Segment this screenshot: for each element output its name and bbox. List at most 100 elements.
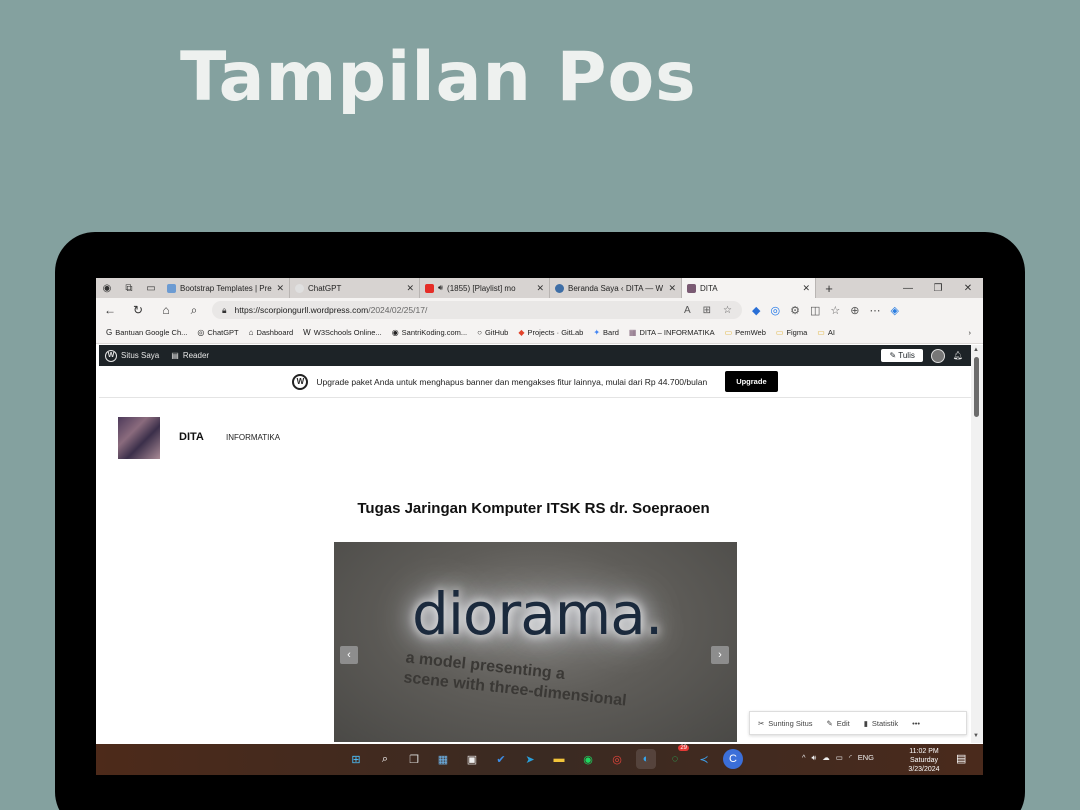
bookmark-item[interactable]: ⌂ Dashboard	[249, 328, 294, 337]
bookmark-item[interactable]: ◆ Projects · GitLab	[518, 328, 583, 337]
speaker-icon[interactable]: 🔊︎	[438, 283, 443, 293]
bookmark-folder[interactable]: ▭ AI	[817, 328, 835, 337]
clock[interactable]: 11:02 PM Saturday 3/23/2024	[902, 747, 946, 774]
slider-prev-icon[interactable]: ‹	[340, 646, 358, 664]
bookmark-item[interactable]: ✦ Bard	[593, 328, 619, 337]
page-scrollbar[interactable]: ▲ ▼	[971, 345, 983, 743]
whatsapp-icon[interactable]: ◌ 29	[665, 745, 689, 769]
onedrive-icon[interactable]: ☁	[822, 753, 830, 763]
upgrade-button[interactable]: Upgrade	[725, 371, 778, 392]
scroll-thumb[interactable]	[974, 357, 979, 417]
collections-icon[interactable]: ⊕	[850, 304, 859, 317]
close-tab-icon[interactable]: ✕	[536, 283, 544, 294]
edge-icon[interactable]: ◐	[636, 749, 656, 769]
avatar[interactable]	[930, 348, 945, 363]
slider-next-icon[interactable]: ›	[711, 646, 729, 664]
site-logo[interactable]	[118, 417, 160, 459]
language-indicator[interactable]: ENG	[858, 753, 874, 763]
home-icon[interactable]: ⌂	[152, 303, 180, 317]
new-tab-icon[interactable]: +	[816, 278, 842, 298]
tab-dita[interactable]: DITA ✕	[682, 278, 816, 298]
edit-button[interactable]: ✎ Edit	[827, 719, 850, 728]
spotify-icon[interactable]: ◉	[578, 749, 598, 769]
bookmark-item[interactable]: G Bantuan Google Ch...	[106, 328, 187, 337]
minimize-icon[interactable]: —	[893, 283, 923, 294]
tab-wp-dashboard[interactable]: Beranda Saya ‹ DITA — W ✕	[550, 278, 682, 298]
bookmark-item[interactable]: ▦ DITA – INFORMATIKA	[629, 328, 715, 337]
scroll-down-icon[interactable]: ▼	[973, 733, 979, 739]
slide-title: Tampilan Pos	[180, 38, 697, 117]
profile-icon[interactable]: ◉	[96, 278, 118, 298]
file-explorer-icon[interactable]: ▬	[549, 749, 569, 769]
tab-label: (1855) [Playlist] mo	[447, 283, 516, 293]
bookmark-folder[interactable]: ▭ Figma	[776, 328, 807, 337]
telegram-icon[interactable]: ➤	[520, 749, 540, 769]
widgets-icon[interactable]: ▦	[433, 749, 453, 769]
bookmark-item[interactable]: ○ GitHub	[477, 328, 508, 337]
wifi-icon[interactable]: ◜	[849, 753, 852, 763]
refresh-icon[interactable]: ↻	[124, 303, 152, 317]
browser-tab-bar: ◉ ⧉ ▭ Bootstrap Templates | Pre ✕ ChatGP…	[96, 278, 983, 298]
extension-icon[interactable]: ◎	[770, 304, 780, 317]
floating-action-bar: ✂ Sunting Situs ✎ Edit ▮ Statistik •••	[749, 711, 967, 735]
app-available-icon[interactable]: ⊞	[703, 305, 711, 316]
close-tab-icon[interactable]: ✕	[276, 283, 284, 294]
back-icon[interactable]: ←	[96, 303, 124, 317]
tab-chatgpt[interactable]: ChatGPT ✕	[290, 278, 420, 298]
notification-center-icon[interactable]: ▤	[956, 752, 966, 765]
read-aloud-icon[interactable]: A	[684, 305, 691, 316]
bookmark-item[interactable]: W W3Schools Online...	[303, 328, 382, 337]
bookmark-item[interactable]: ◉ SantriKoding.com...	[392, 328, 467, 337]
scroll-up-icon[interactable]: ▲	[973, 347, 979, 353]
todo-icon[interactable]: ✔	[491, 749, 511, 769]
wordpress-icon	[555, 283, 564, 293]
close-tab-icon[interactable]: ✕	[802, 283, 810, 294]
windows-taskbar: ⊞ ⌕ ❐ ▦ ▣ ✔ ➤ ▬ ◉ ◎ ◐ ◌ 29 ≺ C ^ 🔊︎ ☁ ▭ ◜…	[96, 744, 983, 775]
search-icon[interactable]: ⌕	[180, 303, 208, 318]
close-tab-icon[interactable]: ✕	[668, 283, 676, 294]
my-site-link[interactable]: W Situs Saya	[99, 349, 165, 362]
calendar-icon[interactable]: ▣	[462, 749, 482, 769]
volume-icon[interactable]: 🔊︎	[812, 753, 817, 763]
workspaces-icon[interactable]: ⧉	[118, 278, 140, 298]
more-options-icon[interactable]: •••	[912, 719, 920, 728]
restore-icon[interactable]: ❐	[923, 283, 953, 294]
extension-icon[interactable]: ◆	[752, 304, 760, 317]
close-tab-icon[interactable]: ✕	[406, 283, 414, 294]
windows-start-icon[interactable]: ⊞	[346, 749, 366, 769]
favorite-star-icon[interactable]: ☆	[723, 305, 732, 316]
copilot-icon[interactable]: ◈	[890, 304, 898, 317]
edit-site-button[interactable]: ✂ Sunting Situs	[758, 719, 813, 728]
tab-youtube[interactable]: 🔊︎ (1855) [Playlist] mo ✕	[420, 278, 550, 298]
battery-icon[interactable]: ▭	[836, 753, 843, 763]
chevron-right-icon[interactable]: ›	[969, 328, 984, 337]
bookmarks-bar: G Bantuan Google Ch... ◎ ChatGPT ⌂ Dashboar…	[96, 322, 983, 344]
url-field[interactable]: 🔒︎ https://scorpiongurll.wordpress.com/2…	[212, 301, 742, 319]
tab-bootstrap[interactable]: Bootstrap Templates | Pre ✕	[162, 278, 290, 298]
stats-button[interactable]: ▮ Statistik	[864, 719, 898, 728]
nav-item-informatika[interactable]: INFORMATIKA	[226, 433, 280, 442]
more-menu-icon[interactable]: ⋯	[869, 304, 880, 317]
canva-icon[interactable]: C	[723, 749, 743, 769]
tab-actions-icon[interactable]: ▭	[140, 278, 162, 298]
favorites-icon[interactable]: ☆	[830, 304, 840, 317]
site-title[interactable]: DITA	[179, 431, 204, 443]
notifications-bell-icon[interactable]: 🔔︎	[953, 351, 963, 360]
reader-link[interactable]: ▤ Reader	[165, 351, 215, 360]
post-image-slide: diorama. a model presenting a scene with…	[334, 542, 737, 742]
notification-badge: 29	[678, 745, 689, 751]
task-view-icon[interactable]: ❐	[404, 749, 424, 769]
write-button[interactable]: ✎ Tulis	[881, 349, 923, 362]
vscode-icon[interactable]: ≺	[694, 749, 714, 769]
pencil-icon: ✎	[826, 718, 833, 728]
reader-icon: ▤	[171, 351, 179, 360]
chrome-icon[interactable]: ◎	[607, 749, 627, 769]
split-screen-icon[interactable]: ◫	[810, 304, 820, 317]
tab-label: Bootstrap Templates | Pre	[180, 283, 272, 293]
bookmark-folder[interactable]: ▭ PemWeb	[725, 328, 766, 337]
close-window-icon[interactable]: ✕	[953, 283, 983, 294]
chevron-up-icon[interactable]: ^	[802, 753, 806, 763]
extensions-icon[interactable]: ⚙	[790, 304, 800, 317]
bookmark-item[interactable]: ◎ ChatGPT	[197, 328, 238, 337]
search-icon[interactable]: ⌕	[375, 749, 395, 769]
